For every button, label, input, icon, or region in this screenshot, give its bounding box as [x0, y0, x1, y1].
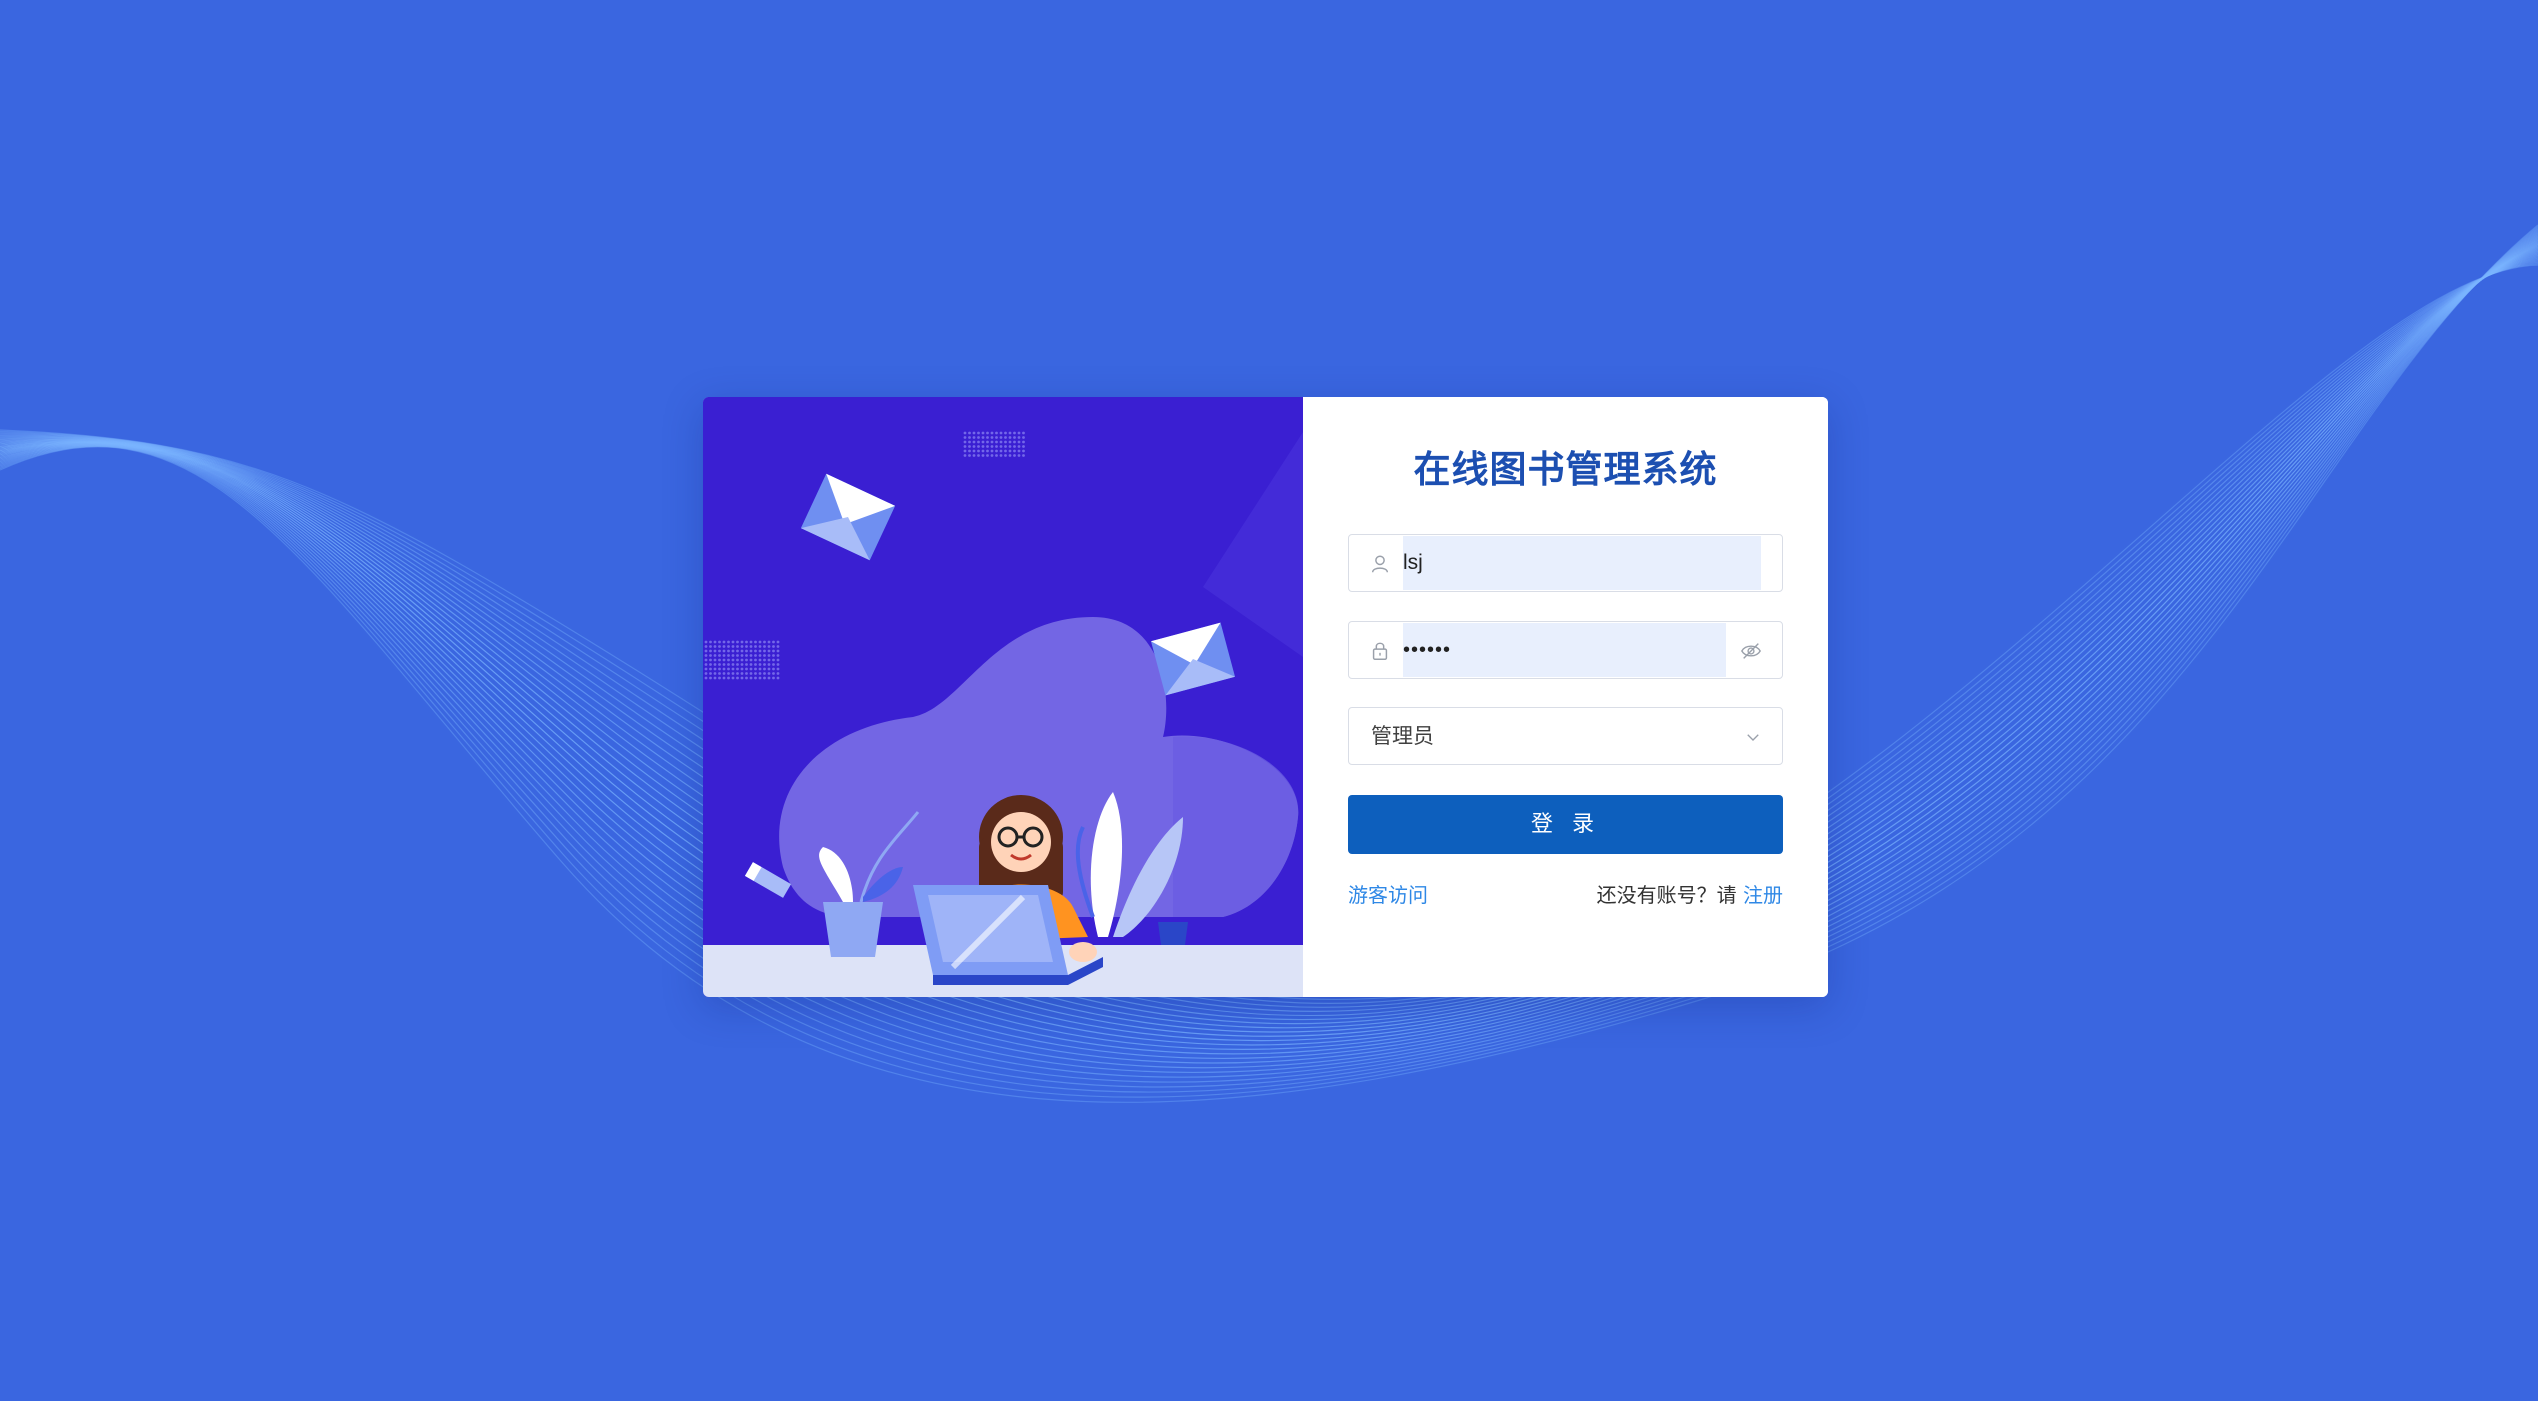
username-input[interactable] — [1403, 535, 1753, 591]
guest-access-link[interactable]: 游客访问 — [1348, 879, 1428, 908]
login-button[interactable]: 登 录 — [1348, 795, 1783, 854]
bottom-links: 游客访问 还没有账号？请 注册 — [1348, 879, 1783, 909]
register-link[interactable]: 注册 — [1743, 883, 1783, 907]
login-card: 在线图书管理系统 管理员 — [703, 397, 1828, 997]
login-illustration — [703, 397, 1303, 997]
register-prompt-text: 还没有账号？请 — [1596, 883, 1743, 907]
register-prompt: 还没有账号？请 注册 — [1597, 879, 1783, 908]
role-select-value: 管理员 — [1371, 724, 1434, 748]
username-field[interactable] — [1348, 534, 1783, 592]
login-form-panel: 在线图书管理系统 管理员 — [1303, 397, 1828, 997]
eye-off-icon[interactable] — [1740, 640, 1762, 662]
role-select[interactable]: 管理员 — [1348, 707, 1783, 765]
page-title: 在线图书管理系统 — [1413, 448, 1718, 491]
lock-icon — [1372, 642, 1388, 660]
user-icon — [1371, 555, 1389, 573]
password-input[interactable] — [1403, 622, 1713, 678]
chevron-down-icon — [1747, 734, 1759, 741]
password-field[interactable] — [1348, 621, 1783, 679]
